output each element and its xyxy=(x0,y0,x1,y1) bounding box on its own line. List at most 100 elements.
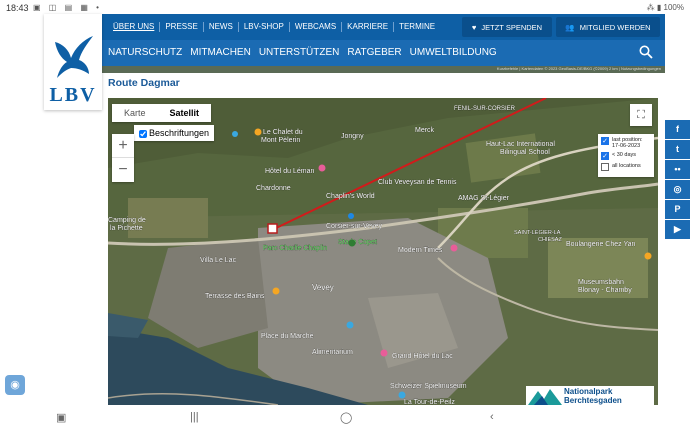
svg-text:Corsier-sur-Vevey: Corsier-sur-Vevey xyxy=(326,223,383,230)
top-link-news[interactable]: NEWS xyxy=(204,22,239,32)
heart-hand-icon: ♥ xyxy=(471,22,477,32)
nav-unterstuetzen[interactable]: UNTERSTÜTZEN xyxy=(259,47,340,58)
checkbox-empty-icon xyxy=(601,163,609,171)
previous-map-strip: Kurzbefehle | Kartendaten © 2023 GeoBasi… xyxy=(100,66,665,73)
svg-text:Villa Le Lac: Villa Le Lac xyxy=(200,257,237,264)
top-navigation: ÜBER UNS PRESSE NEWS LBV-SHOP WEBCAMS KA… xyxy=(100,14,665,40)
twitter-icon[interactable]: t xyxy=(665,140,690,159)
park-logo-line1: Nationalpark xyxy=(564,387,613,396)
map-type-satellit[interactable]: Satellit xyxy=(158,104,212,122)
map-legend: ✓ last position: 17-06-2023 ✓ < 30 days … xyxy=(598,134,654,177)
facebook-icon[interactable]: f xyxy=(665,120,690,139)
svg-text:Camping de: Camping de xyxy=(108,217,146,224)
people-icon: 👥 xyxy=(565,22,575,32)
route-title: Route Dagmar xyxy=(108,77,180,89)
svg-text:AMAG St-Légier: AMAG St-Légier xyxy=(458,195,510,202)
legend-label: last position: 17-06-2023 xyxy=(612,137,643,149)
nav-naturschutz[interactable]: NATURSCHUTZ xyxy=(108,47,182,58)
svg-text:Grand Hôtel du Lac: Grand Hôtel du Lac xyxy=(392,353,453,360)
map-type-karte[interactable]: Karte xyxy=(112,104,158,122)
main-navigation: NATURSCHUTZ MITMACHEN UNTERSTÜTZEN RATGE… xyxy=(100,40,665,66)
svg-text:Modern Times: Modern Times xyxy=(398,247,443,254)
svg-text:Terrasse des Bains: Terrasse des Bains xyxy=(205,293,265,300)
svg-text:Chaplin's World: Chaplin's World xyxy=(326,193,375,200)
legend-row-all-locations[interactable]: all locations xyxy=(601,163,651,171)
svg-text:SAINT-LÉGIER-LA: SAINT-LÉGIER-LA xyxy=(514,229,561,236)
top-link-karriere[interactable]: KARRIERE xyxy=(342,22,395,32)
top-nav-links: ÜBER UNS PRESSE NEWS LBV-SHOP WEBCAMS KA… xyxy=(108,22,440,32)
svg-text:Vevey: Vevey xyxy=(312,283,334,292)
battery-level: 100% xyxy=(663,3,684,12)
home-icon[interactable]: ◯ xyxy=(340,411,352,424)
legend-label: all locations xyxy=(612,163,641,169)
recent-apps-icon[interactable]: ||| xyxy=(190,411,199,423)
android-navigation-bar: ▣ ||| ◯ ‹ xyxy=(0,405,690,431)
svg-text:FENIL-SUR-CORSIER: FENIL-SUR-CORSIER xyxy=(454,106,516,112)
instagram-icon[interactable]: ◎ xyxy=(665,180,690,199)
top-link-webcams[interactable]: WEBCAMS xyxy=(290,22,343,32)
svg-text:Boulangerie Chez Yan: Boulangerie Chez Yan xyxy=(566,241,636,248)
pinterest-icon[interactable]: P xyxy=(665,200,690,219)
legend-row-30-days[interactable]: ✓ < 30 days xyxy=(601,152,651,160)
member-button[interactable]: 👥 MITGLIED WERDEN xyxy=(556,17,660,37)
svg-text:Hôtel du Léman: Hôtel du Léman xyxy=(265,168,315,175)
top-link-presse[interactable]: PRESSE xyxy=(160,22,204,32)
svg-text:Place du Marché: Place du Marché xyxy=(261,333,314,340)
nav-umweltbildung[interactable]: UMWELTBILDUNG xyxy=(410,47,497,58)
svg-text:Bilingual School: Bilingual School xyxy=(500,149,550,156)
fullscreen-button[interactable]: ⛶ xyxy=(630,104,652,126)
check-icon: ✓ xyxy=(601,152,609,160)
svg-text:la Pichette: la Pichette xyxy=(110,225,143,232)
nationalpark-logo: Nationalpark Berchtesgaden xyxy=(526,386,654,405)
svg-text:Parc Charlie Chaplin: Parc Charlie Chaplin xyxy=(263,245,327,252)
zoom-in-button[interactable]: + xyxy=(112,134,134,158)
member-label: MITGLIED WERDEN xyxy=(579,22,651,32)
back-icon[interactable]: ‹ xyxy=(490,411,494,423)
map-imagery: Le Chalet du Mont Pèlerin Jongny Merck F… xyxy=(108,98,658,405)
svg-text:CHIÉSAZ: CHIÉSAZ xyxy=(538,236,562,243)
youtube-icon[interactable]: ▶ xyxy=(665,220,690,239)
battery-indicator: ⁂ ▮ 100% xyxy=(646,3,684,12)
zoom-out-button[interactable]: − xyxy=(112,158,134,182)
screenshot-icon[interactable]: ▣ xyxy=(56,411,66,424)
svg-text:Haut-Lac International: Haut-Lac International xyxy=(486,141,555,148)
svg-text:Chardonne: Chardonne xyxy=(256,185,291,192)
svg-text:Mont Pèlerin: Mont Pèlerin xyxy=(261,137,300,144)
search-icon[interactable] xyxy=(639,45,653,62)
svg-text:Schweizer Spielmuseum: Schweizer Spielmuseum xyxy=(390,383,467,390)
bird-icon xyxy=(55,36,93,78)
legend-label: < 30 days xyxy=(612,152,637,158)
svg-text:Museumsbahn: Museumsbahn xyxy=(578,279,624,286)
labels-checkbox-label: Beschriftungen xyxy=(149,128,210,138)
main-nav-links: NATURSCHUTZ MITMACHEN UNTERSTÜTZEN RATGE… xyxy=(108,47,497,58)
nav-ratgeber[interactable]: RATGEBER xyxy=(347,47,401,58)
top-link-termine[interactable]: TERMINE xyxy=(394,22,440,32)
svg-text:Stade Copet: Stade Copet xyxy=(338,239,377,246)
map-type-toggle: Karte Satellit xyxy=(112,104,212,122)
lbv-logo[interactable]: LBV xyxy=(44,14,102,110)
svg-text:Blonay - Chamby: Blonay - Chamby xyxy=(578,287,632,294)
svg-text:Jongny: Jongny xyxy=(341,133,364,140)
flickr-icon[interactable]: •• xyxy=(665,160,690,179)
zoom-controls: + − xyxy=(112,134,134,182)
svg-text:Alimentarium: Alimentarium xyxy=(312,349,353,356)
fullscreen-icon: ⛶ xyxy=(637,108,645,121)
cookie-settings-icon[interactable]: ◉ xyxy=(5,375,25,395)
clock: 18:43 xyxy=(6,3,29,13)
labels-checkbox[interactable] xyxy=(139,129,147,138)
svg-text:Le Chalet du: Le Chalet du xyxy=(263,129,303,136)
top-link-ueber-uns[interactable]: ÜBER UNS xyxy=(108,22,161,32)
svg-text:Merck: Merck xyxy=(415,127,435,134)
satellite-map[interactable]: Le Chalet du Mont Pèlerin Jongny Merck F… xyxy=(108,98,658,405)
nav-mitmachen[interactable]: MITMACHEN xyxy=(190,47,251,58)
notification-icons: ▣ ◫ ▤ ▦ • xyxy=(33,3,102,12)
legend-row-last-position[interactable]: ✓ last position: 17-06-2023 xyxy=(601,137,651,149)
map-attribution: Kurzbefehle | Kartendaten © 2023 GeoBasi… xyxy=(496,66,661,71)
mountain-logo-icon xyxy=(528,389,562,405)
svg-text:Club Veveysan de Tennis: Club Veveysan de Tennis xyxy=(378,179,457,186)
donate-label: JETZT SPENDEN xyxy=(481,22,543,32)
labels-toggle[interactable]: Beschriftungen xyxy=(134,125,215,141)
top-link-shop[interactable]: LBV-SHOP xyxy=(239,22,290,32)
social-sidebar: f t •• ◎ P ▶ xyxy=(665,120,690,240)
donate-button[interactable]: ♥ JETZT SPENDEN xyxy=(462,17,552,37)
